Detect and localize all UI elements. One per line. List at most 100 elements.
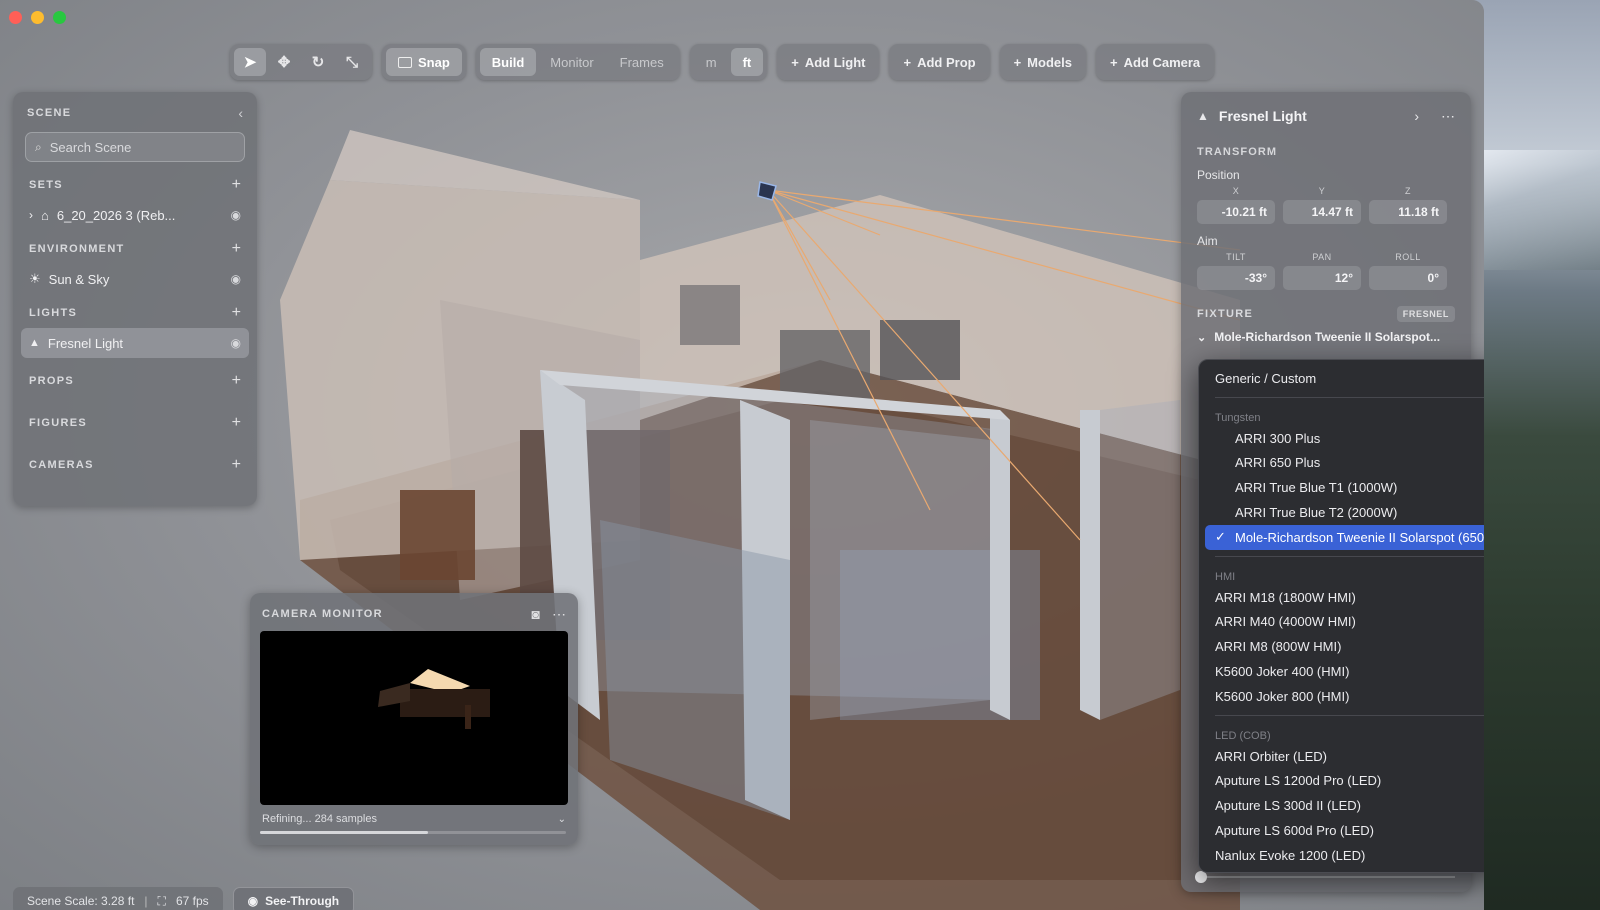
move-arrows-icon: ✥: [277, 54, 291, 71]
scale-tool-button[interactable]: ⤡: [336, 48, 368, 76]
transform-tools: ➤ ✥ ↻ ⤡: [230, 44, 372, 80]
intensity-slider[interactable]: [1195, 871, 1455, 883]
expand-chevron-down-icon[interactable]: ⌄: [558, 814, 566, 825]
menu-item[interactable]: ARRI M18 (1800W HMI): [1205, 585, 1484, 610]
aim-values: [1197, 266, 1455, 290]
plus-icon: +: [791, 54, 799, 70]
pan-field[interactable]: [1283, 266, 1361, 290]
position-y-field[interactable]: [1283, 200, 1361, 224]
add-set-plus-icon[interactable]: +: [232, 176, 241, 194]
cursor-arrow-icon: ➤: [243, 54, 257, 71]
axis-z-label: Z: [1405, 186, 1411, 196]
add-camera-button[interactable]: + Add Camera: [1095, 44, 1215, 80]
move-tool-button[interactable]: ✥: [268, 48, 300, 76]
position-x-field[interactable]: [1197, 200, 1275, 224]
snap-button[interactable]: Snap: [386, 48, 462, 76]
menu-item-selected[interactable]: ✓ Mole-Richardson Tweenie II Solarspot (…: [1205, 524, 1484, 550]
inspector-header: ▲ Fresnel Light › ⋯: [1197, 104, 1455, 128]
position-z-field[interactable]: [1369, 200, 1447, 224]
select-tool-button[interactable]: ➤: [234, 48, 266, 76]
menu-item[interactable]: ARRI True Blue T2 (2000W): [1205, 500, 1484, 525]
menu-separator: [1215, 396, 1484, 398]
add-light-plus-icon[interactable]: +: [232, 304, 241, 322]
menu-item-generic[interactable]: Generic / Custom: [1205, 366, 1484, 391]
scene-search: ⌕: [25, 132, 245, 162]
maximize-window-button[interactable]: [53, 11, 66, 24]
chevron-right-icon[interactable]: ›: [1414, 108, 1419, 124]
fresnel-light-icon: ▲: [1197, 109, 1209, 123]
divider: |: [144, 894, 148, 908]
add-prop-label: Add Prop: [917, 54, 976, 70]
menu-separator: [1215, 714, 1484, 716]
expand-chevron-icon[interactable]: ›: [29, 208, 33, 222]
axis-y-label: Y: [1318, 186, 1326, 196]
position-values: [1197, 200, 1455, 224]
visibility-eye-icon[interactable]: ◉: [231, 336, 241, 350]
fixture-header: FIXTURE FRESNEL: [1197, 306, 1455, 322]
scale-arrows-icon: ⤡: [345, 53, 358, 71]
search-input[interactable]: [49, 139, 230, 155]
menu-item[interactable]: ARRI M8 (800W HMI): [1205, 634, 1484, 659]
camera-snapshot-icon[interactable]: ◙: [532, 606, 540, 623]
see-through-button[interactable]: ◉ See-Through: [232, 887, 355, 910]
menu-group-led: LED (COB): [1215, 729, 1271, 742]
close-window-button[interactable]: [9, 11, 22, 24]
menu-item[interactable]: ARRI Orbiter (LED): [1205, 744, 1484, 769]
menu-item[interactable]: ARRI 650 Plus: [1205, 451, 1484, 476]
mode-tabs: Build Monitor Frames: [475, 44, 680, 80]
minimize-window-button[interactable]: [31, 11, 44, 24]
menu-item[interactable]: K5600 Joker 800 (HMI): [1205, 684, 1484, 709]
environment-item[interactable]: ☀ Sun & Sky ◉: [21, 264, 249, 294]
menu-item[interactable]: Aputure LS 1200d Pro (LED): [1205, 769, 1484, 794]
menu-item[interactable]: K5600 Joker 400 (HMI): [1205, 659, 1484, 684]
rotate-tool-button[interactable]: ↻: [302, 48, 334, 76]
collapse-chevron-icon[interactable]: ‹: [238, 105, 243, 121]
add-environment-plus-icon[interactable]: +: [232, 240, 241, 258]
render-status: Refining... 284 samples: [262, 813, 377, 825]
light-item-label: Fresnel Light: [47, 335, 124, 351]
menu-item[interactable]: Nanlux Evoke 1200 (LED): [1205, 843, 1484, 868]
pan-label: PAN: [1312, 252, 1332, 262]
models-button[interactable]: + Models: [999, 44, 1086, 80]
scene-title: SCENE: [27, 107, 72, 119]
add-figure-plus-icon[interactable]: +: [232, 414, 241, 432]
tilt-field[interactable]: [1197, 266, 1275, 290]
figures-title: FIGURES: [29, 417, 87, 429]
tab-frames[interactable]: Frames: [608, 48, 676, 76]
more-options-icon[interactable]: ⋯: [552, 606, 566, 623]
add-light-button[interactable]: + Add Light: [777, 44, 880, 80]
set-item[interactable]: › ⌂ 6_20_2026 3 (Reb... ◉: [21, 200, 249, 230]
sun-icon: ☀: [29, 271, 41, 286]
add-camera-plus-icon[interactable]: +: [232, 456, 241, 474]
tilt-label: TILT: [1226, 252, 1246, 262]
lights-section: LIGHTS +: [21, 300, 249, 326]
unit-feet[interactable]: ft: [730, 48, 764, 76]
fixture-select[interactable]: ⌄ Mole-Richardson Tweenie II Solarspot..…: [1197, 330, 1455, 344]
tab-monitor[interactable]: Monitor: [538, 48, 605, 76]
environment-section: ENVIRONMENT +: [21, 236, 249, 262]
tab-build[interactable]: Build: [479, 48, 537, 76]
scene-scale: Scene Scale: 3.28 ft: [27, 894, 135, 908]
add-prop-button[interactable]: + Add Prop: [889, 44, 990, 80]
menu-item[interactable]: Aputure LS 600d Pro (LED): [1205, 818, 1484, 843]
menu-item[interactable]: ARRI 300 Plus: [1205, 426, 1484, 451]
models-label: Models: [1027, 54, 1072, 70]
camera-monitor-header: CAMERA MONITOR ◙ ⋯: [260, 603, 568, 625]
menu-item[interactable]: ARRI M40 (4000W HMI): [1205, 610, 1484, 635]
menu-item[interactable]: Aputure LS 300d II (LED): [1205, 793, 1484, 818]
add-prop-plus-icon[interactable]: +: [232, 372, 241, 390]
more-options-icon[interactable]: ⋯: [1441, 108, 1455, 125]
light-item[interactable]: ▲ Fresnel Light ◉: [21, 328, 249, 358]
snap-group: Snap: [382, 44, 466, 80]
menu-item[interactable]: ARRI True Blue T1 (1000W): [1205, 475, 1484, 500]
plus-icon: +: [903, 54, 912, 70]
render-progress: [260, 831, 566, 834]
fixture-dropdown-menu: Generic / Custom Tungsten ARRI 300 Plus …: [1198, 359, 1484, 873]
fixture-type-badge: FRESNEL: [1396, 306, 1455, 322]
fixture-selected-label: Mole-Richardson Tweenie II Solarspot...: [1214, 330, 1441, 344]
visibility-eye-icon[interactable]: ◉: [231, 272, 241, 286]
roll-field[interactable]: [1369, 266, 1447, 290]
unit-meters[interactable]: m: [694, 48, 729, 76]
frame-expand-icon: ⛶: [157, 893, 166, 908]
visibility-eye-icon[interactable]: ◉: [231, 208, 241, 222]
